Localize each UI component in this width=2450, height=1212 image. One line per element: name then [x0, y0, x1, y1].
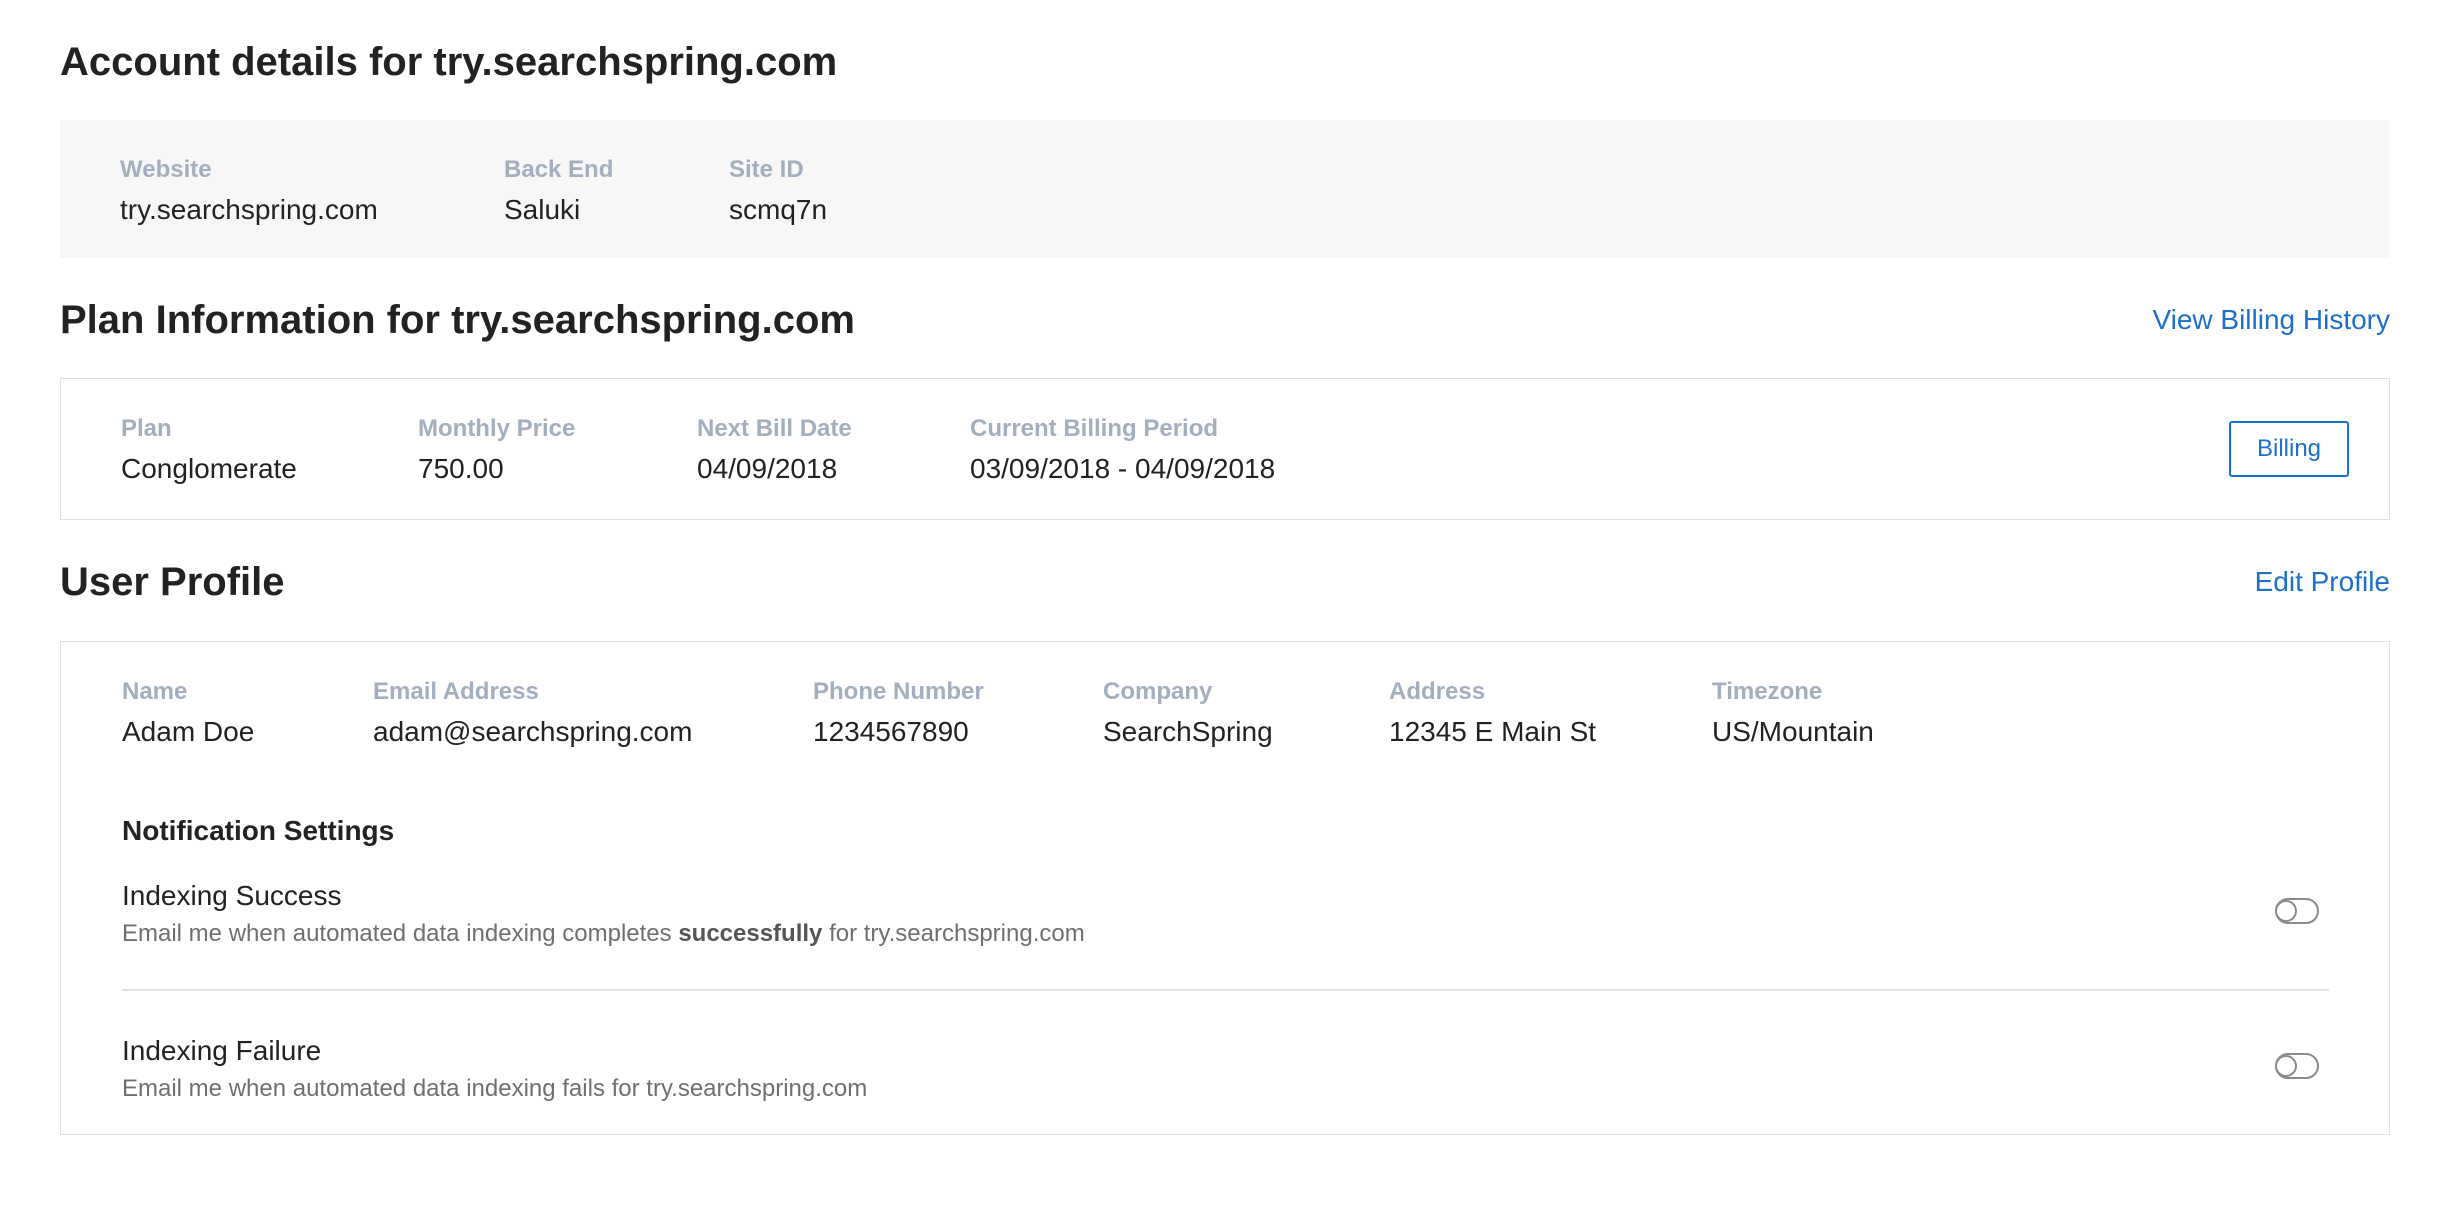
field-value: Conglomerate	[121, 453, 297, 484]
field-label: Current Billing Period	[970, 415, 1219, 442]
field-label: Site ID	[729, 156, 804, 183]
notification-description: Email me when automated data indexing fa…	[122, 1075, 868, 1102]
field-value: Adam Doe	[122, 716, 255, 747]
field-label: Email Address	[373, 678, 539, 705]
edit-profile-link[interactable]: Edit Profile	[2255, 566, 2390, 598]
plan-field-next-bill-date: Next Bill Date 04/09/2018	[697, 417, 852, 483]
account-details-header: Account details for try.searchspring.com	[60, 40, 2390, 84]
field-label: Next Bill Date	[697, 415, 852, 442]
toggle-knob	[2275, 900, 2297, 922]
profile-field-company: Company SearchSpring	[1103, 680, 1273, 746]
account-field-back-end: Back End Saluki	[504, 158, 613, 224]
notification-indexing-success: Indexing Success Email me when automated…	[122, 882, 2329, 946]
profile-field-address: Address 12345 E Main St	[1389, 680, 1596, 746]
notification-settings-heading: Notification Settings	[122, 815, 395, 846]
plan-information-panel: Plan Conglomerate Monthly Price 750.00 N…	[60, 378, 2390, 520]
notification-divider	[122, 989, 2329, 991]
field-value: scmq7n	[729, 194, 828, 225]
notification-description-text: Email me when automated data indexing co…	[122, 920, 679, 947]
plan-information-header: Plan Information for try.searchspring.co…	[60, 296, 2390, 344]
account-page: Account details for try.searchspring.com…	[0, 0, 2450, 1212]
toggle-knob	[2275, 1055, 2297, 1077]
billing-button[interactable]: Billing	[2229, 421, 2349, 477]
plan-field-plan: Plan Conglomerate	[121, 417, 297, 483]
field-value: 1234567890	[813, 716, 969, 747]
field-value: adam@searchspring.com	[373, 716, 693, 747]
notification-description: Email me when automated data indexing co…	[122, 922, 2329, 946]
field-label: Timezone	[1712, 678, 1823, 705]
user-profile-panel: Name Adam Doe Email Address adam@searchs…	[60, 641, 2390, 1135]
plan-field-current-billing-period: Current Billing Period 03/09/2018 - 04/0…	[970, 417, 1275, 483]
field-label: Website	[120, 156, 212, 183]
field-value: SearchSpring	[1103, 716, 1273, 747]
field-value: 04/09/2018	[697, 453, 838, 484]
account-field-website: Website try.searchspring.com	[120, 158, 378, 224]
indexing-success-toggle[interactable]	[2275, 898, 2319, 924]
plan-field-monthly-price: Monthly Price 750.00	[418, 417, 575, 483]
field-value: Saluki	[504, 194, 581, 225]
field-label: Name	[122, 678, 188, 705]
field-label: Company	[1103, 678, 1213, 705]
user-profile-header: User Profile Edit Profile	[60, 558, 2390, 606]
profile-field-email-address: Email Address adam@searchspring.com	[373, 680, 692, 746]
field-value: 750.00	[418, 453, 504, 484]
field-label: Plan	[121, 415, 172, 442]
plan-information-title: Plan Information for try.searchspring.co…	[60, 298, 855, 342]
indexing-failure-toggle[interactable]	[2275, 1053, 2319, 1079]
account-details-panel: Website try.searchspring.com Back End Sa…	[60, 120, 2390, 258]
field-value: 03/09/2018 - 04/09/2018	[970, 453, 1276, 484]
notification-title: Indexing Success	[122, 880, 342, 911]
field-value: 12345 E Main St	[1389, 716, 1597, 747]
user-profile-title: User Profile	[60, 560, 285, 604]
notification-indexing-failure: Indexing Failure Email me when automated…	[122, 1037, 2329, 1101]
account-field-site-id: Site ID scmq7n	[729, 158, 827, 224]
account-details-title: Account details for try.searchspring.com	[60, 40, 838, 84]
field-label: Monthly Price	[418, 415, 576, 442]
field-label: Phone Number	[813, 678, 984, 705]
view-billing-history-link[interactable]: View Billing History	[2152, 304, 2390, 336]
field-label: Address	[1389, 678, 1486, 705]
notification-description-emphasis: successfully	[678, 920, 823, 947]
notification-title: Indexing Failure	[122, 1035, 322, 1066]
field-value: US/Mountain	[1712, 716, 1874, 747]
field-label: Back End	[504, 156, 614, 183]
profile-field-phone-number: Phone Number 1234567890	[813, 680, 984, 746]
profile-field-name: Name Adam Doe	[122, 680, 254, 746]
profile-field-timezone: Timezone US/Mountain	[1712, 680, 1874, 746]
notification-description-text: for try.searchspring.com	[822, 920, 1085, 947]
field-value: try.searchspring.com	[120, 194, 378, 225]
